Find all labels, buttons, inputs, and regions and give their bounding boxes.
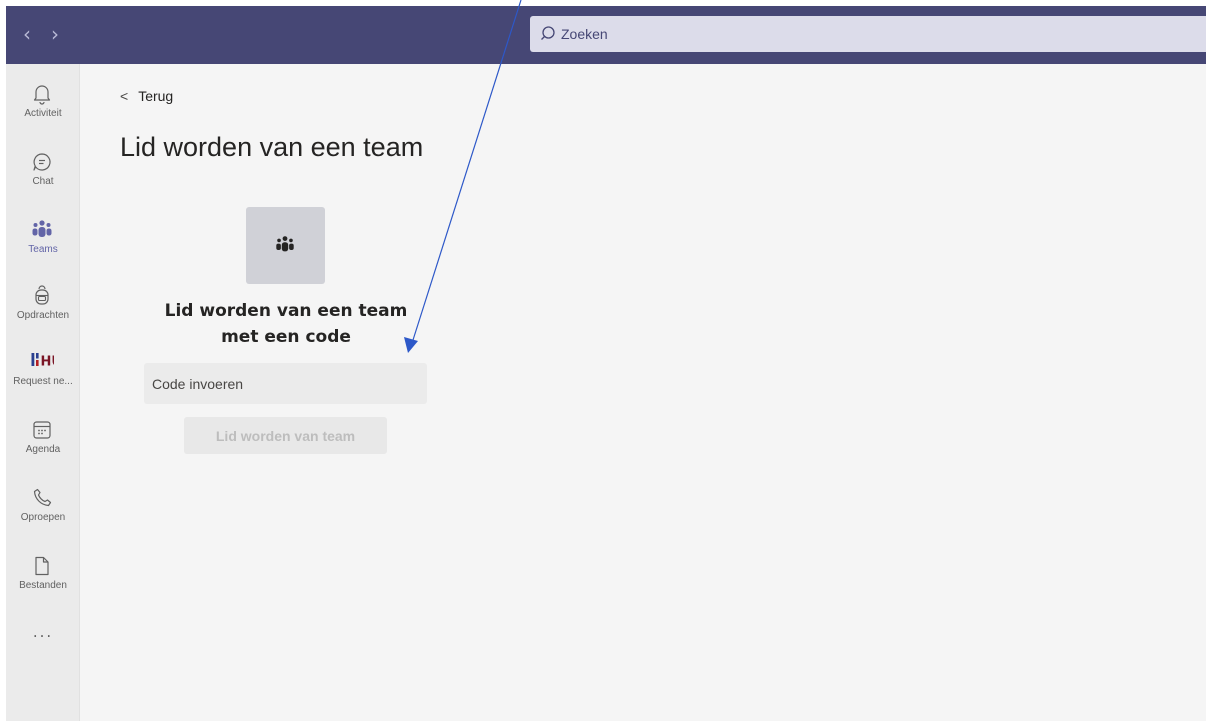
app-rail: Activiteit Chat Teams Opdrachten H Reque… xyxy=(6,64,80,721)
chat-icon xyxy=(33,153,51,171)
rail-item-activiteit[interactable]: Activiteit xyxy=(6,76,80,138)
heading-line-1: Lid worden van een team xyxy=(164,301,408,321)
rail-item-request-new[interactable]: HU Request ne... xyxy=(6,344,80,406)
rail-item-label: Teams xyxy=(28,244,58,255)
rail-item-label: Request ne... xyxy=(13,376,73,387)
heading-line-2: met een code xyxy=(221,327,351,347)
join-team-button[interactable]: Lid worden van team xyxy=(184,417,387,454)
more-icon: ... xyxy=(32,623,54,641)
rail-item-opdrachten[interactable]: Opdrachten xyxy=(6,278,80,340)
phone-icon xyxy=(33,488,52,507)
team-code-input[interactable] xyxy=(144,363,427,404)
rail-item-label: Chat xyxy=(32,176,54,187)
search-box[interactable]: Zoeken xyxy=(530,16,1206,52)
back-label: Terug xyxy=(138,88,174,104)
join-team-heading: Lid worden van een team met een code xyxy=(144,298,428,350)
rail-item-oproepen[interactable]: Oproepen xyxy=(6,480,80,542)
team-tile xyxy=(246,207,325,284)
rail-item-chat[interactable]: Chat xyxy=(6,144,80,206)
teams-icon xyxy=(276,236,294,252)
rail-item-label: Agenda xyxy=(25,444,61,455)
forward-nav-button[interactable]: › xyxy=(44,20,66,48)
rail-item-label: Oproepen xyxy=(20,512,66,523)
calendar-icon xyxy=(33,421,51,439)
search-icon xyxy=(541,26,555,40)
top-bar: ‹ › Zoeken xyxy=(6,6,1206,64)
rail-item-label: Bestanden xyxy=(19,580,67,591)
back-nav-button[interactable]: ‹ xyxy=(16,20,38,48)
page-title: Lid worden van een team xyxy=(120,132,424,162)
back-link[interactable]: < Terug xyxy=(120,88,173,104)
more-apps-button[interactable]: ... xyxy=(6,622,80,650)
hu-logo-icon: HU xyxy=(31,353,55,370)
file-icon xyxy=(35,556,49,576)
rail-item-teams[interactable]: Teams xyxy=(6,212,80,274)
backpack-icon xyxy=(35,285,49,305)
hu-logo-text: HU xyxy=(41,355,55,370)
rail-item-label: Activiteit xyxy=(24,108,62,119)
main-content: < Terug Lid worden van een team Lid worde… xyxy=(80,64,1206,721)
rail-item-label: Opdrachten xyxy=(16,310,70,321)
teams-icon xyxy=(32,220,52,237)
bell-icon xyxy=(33,85,51,105)
rail-item-agenda[interactable]: Agenda xyxy=(6,412,80,474)
search-placeholder: Zoeken xyxy=(561,26,608,42)
rail-item-bestanden[interactable]: Bestanden xyxy=(6,548,80,610)
chevron-left-icon: < xyxy=(120,88,129,104)
